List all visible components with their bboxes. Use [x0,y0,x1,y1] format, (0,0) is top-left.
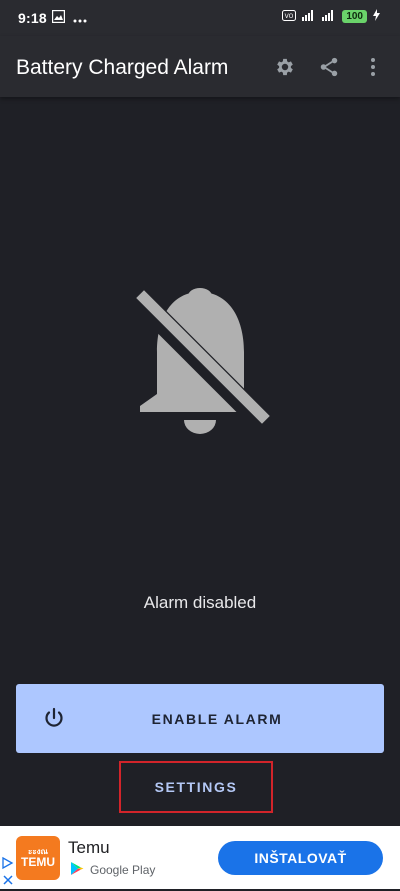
google-play-icon [70,861,84,879]
volte-icon: VO [282,9,297,24]
ad-choices-icon[interactable] [2,856,14,886]
enable-alarm-label: ENABLE ALARM [151,710,283,727]
battery-icon: 100 [342,10,367,23]
overflow-menu-icon[interactable] [356,50,390,84]
status-bar: 9:18 VO 100 [0,0,400,36]
settings-button[interactable]: SETTINGS [119,761,273,813]
signal-4g-icon [302,9,316,24]
power-icon [42,706,66,730]
ad-store-info: Google Play [70,861,155,879]
enable-alarm-button[interactable]: ENABLE ALARM [16,684,384,753]
share-icon[interactable] [312,50,346,84]
ad-app-name[interactable]: Temu [68,838,110,858]
app-bar-actions [268,50,390,84]
photo-icon [51,9,66,28]
status-left-icons [51,9,87,28]
alarm-status-text: Alarm disabled [143,593,257,612]
more-dots-icon [73,10,87,28]
bell-off-icon [126,282,276,442]
wifi-icon [322,9,336,24]
ad-store-name: Google Play [90,863,156,877]
svg-text:VO: VO [285,13,294,20]
temu-logo[interactable]: ะะงณ TEMU [16,836,60,880]
install-button[interactable]: INŠTALOVAŤ [218,841,383,875]
charging-bolt-icon [373,9,380,24]
status-right-icons: VO 100 [282,9,380,24]
status-time: 9:18 [18,10,47,26]
settings-gear-icon[interactable] [268,50,302,84]
temu-logo-text: TEMU [21,855,55,869]
app-title: Battery Charged Alarm [16,56,229,79]
app-bar: Battery Charged Alarm [0,36,400,97]
ad-banner[interactable]: ะะงณ TEMU Temu Google Play INŠTALOVAŤ [0,826,400,889]
settings-label: SETTINGS [154,779,238,795]
